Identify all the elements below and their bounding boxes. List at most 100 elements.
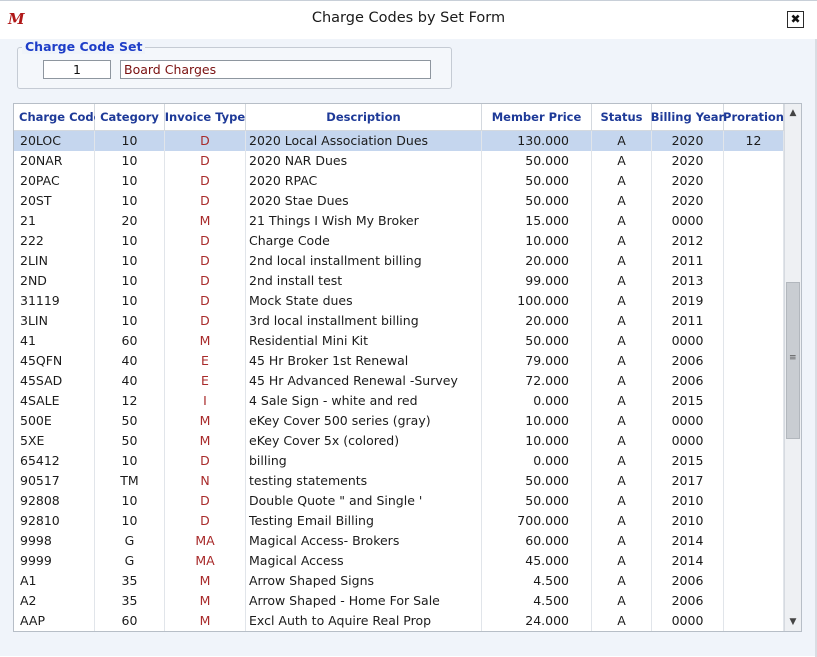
cell-category: 10	[95, 491, 165, 511]
charge-codes-grid[interactable]: Charge Code Category Invoice Type Descri…	[13, 103, 802, 632]
table-row[interactable]: 21 20 M 21 Things I Wish My Broker 15.000 A 00…	[14, 211, 784, 231]
cell-status: A	[592, 551, 652, 571]
cell-billing-year: 2010	[652, 491, 724, 511]
cell-billing-year: 0000	[652, 211, 724, 231]
cell-proration	[724, 371, 784, 391]
cell-member-price: 700.000	[482, 511, 592, 531]
table-row[interactable]: AAP 60 M Excl Auth to Aquire Real Prop 24.00…	[14, 611, 784, 631]
cell-status: A	[592, 411, 652, 431]
cell-charge-code: 45QFN	[14, 351, 95, 371]
cell-member-price: 130.000	[482, 131, 592, 151]
cell-proration	[724, 331, 784, 351]
cell-charge-code: 20PAC	[14, 171, 95, 191]
cell-charge-code: 90517	[14, 471, 95, 491]
column-header-proration[interactable]: Proration	[723, 104, 784, 131]
cell-member-price: 0.000	[482, 451, 592, 471]
table-row[interactable]: A1 35 M Arrow Shaped Signs 4.500 A 2006	[14, 571, 784, 591]
column-header-status[interactable]: Status	[592, 104, 652, 131]
cell-invoice-type: D	[165, 171, 246, 191]
table-row[interactable]: 3LIN 10 D 3rd local installment billing 20.0…	[14, 311, 784, 331]
cell-status: A	[592, 511, 652, 531]
close-button[interactable]: ✖	[787, 11, 804, 28]
scroll-thumb[interactable]: ≡	[786, 282, 800, 439]
cell-description: 2020 NAR Dues	[246, 151, 482, 171]
cell-member-price: 15.000	[482, 211, 592, 231]
table-row[interactable]: 9999 G MA Magical Access 45.000 A 2014	[14, 551, 784, 571]
cell-member-price: 4.500	[482, 591, 592, 611]
grid-rows: 20LOC 10 D 2020 Local Association Dues 130.0…	[14, 131, 784, 631]
column-header-description[interactable]: Description	[246, 104, 482, 131]
table-row[interactable]: 9998 G MA Magical Access- Brokers 60.000 A 201…	[14, 531, 784, 551]
cell-charge-code: 45SAD	[14, 371, 95, 391]
table-row[interactable]: 92808 10 D Double Quote " and Single ' 50.00…	[14, 491, 784, 511]
cell-member-price: 4.500	[482, 571, 592, 591]
cell-member-price: 50.000	[482, 491, 592, 511]
cell-status: A	[592, 471, 652, 491]
cell-charge-code: 500E	[14, 411, 95, 431]
table-row[interactable]: 4SALE 12 I 4 Sale Sign - white and red 0.000…	[14, 391, 784, 411]
scroll-up-icon[interactable]: ▲	[785, 105, 801, 121]
cell-category: 60	[95, 331, 165, 351]
cell-billing-year: 2006	[652, 351, 724, 371]
table-row[interactable]: 5XE 50 MeKey Cover 5x (colored) 10.000 A 0000	[14, 431, 784, 451]
cell-proration	[724, 231, 784, 251]
table-row[interactable]: 65412 10 Dbilling 0.000 A 2015	[14, 451, 784, 471]
cell-category: 35	[95, 571, 165, 591]
cell-description: Excl Auth to Aquire Real Prop	[246, 611, 482, 631]
cell-proration	[724, 531, 784, 551]
table-row[interactable]: 92810 10 D Testing Email Billing 700.000 A 201…	[14, 511, 784, 531]
cell-member-price: 50.000	[482, 331, 592, 351]
column-header-invoice-type[interactable]: Invoice Type	[165, 104, 246, 131]
table-row[interactable]: 31119 10 D Mock State dues 100.000 A 2019	[14, 291, 784, 311]
scroll-down-icon[interactable]: ▼	[785, 614, 801, 630]
cell-invoice-type: D	[165, 491, 246, 511]
cell-member-price: 10.000	[482, 431, 592, 451]
cell-member-price: 10.000	[482, 411, 592, 431]
vertical-scrollbar[interactable]: ▲ ≡ ▼	[784, 104, 801, 631]
table-row[interactable]: 2ND 10 D 2nd install test 99.000 A 2013	[14, 271, 784, 291]
table-row[interactable]: 222 10 D Charge Code 10.000 A 2012	[14, 231, 784, 251]
cell-category: 10	[95, 251, 165, 271]
cell-status: A	[592, 491, 652, 511]
table-row[interactable]: 20ST 10 D 2020 Stae Dues 50.000 A 2020	[14, 191, 784, 211]
table-row[interactable]: 45QFN 40 E 45 Hr Broker 1st Renewal 79.000 A 2…	[14, 351, 784, 371]
cell-description: Arrow Shaped - Home For Sale	[246, 591, 482, 611]
cell-description: Charge Code	[246, 231, 482, 251]
cell-member-price: 60.000	[482, 531, 592, 551]
title-bar: M Charge Codes by Set Form ✖	[0, 1, 817, 39]
column-header-charge-code[interactable]: Charge Code	[14, 104, 101, 131]
cell-billing-year: 2014	[652, 551, 724, 571]
set-name-field[interactable]: Board Charges	[120, 60, 431, 79]
cell-billing-year: 0000	[652, 431, 724, 451]
cell-category: TM	[95, 471, 165, 491]
table-row[interactable]: 20NAR 10 D 2020 NAR Dues 50.000 A 2020	[14, 151, 784, 171]
cell-description: Mock State dues	[246, 291, 482, 311]
table-row[interactable]: 2LIN 10 D 2nd local installment billing 20.0…	[14, 251, 784, 271]
cell-category: 10	[95, 271, 165, 291]
cell-description: 45 Hr Broker 1st Renewal	[246, 351, 482, 371]
cell-billing-year: 2006	[652, 571, 724, 591]
table-row[interactable]: 20PAC 10 D 2020 RPAC 50.000 A 2020	[14, 171, 784, 191]
cell-billing-year: 2019	[652, 291, 724, 311]
cell-charge-code: 2ND	[14, 271, 95, 291]
set-number-field[interactable]: 1	[43, 60, 111, 79]
column-header-member-price[interactable]: Member Price	[482, 104, 592, 131]
column-header-category[interactable]: Category	[95, 104, 165, 131]
table-row[interactable]: A2 35 M Arrow Shaped - Home For Sale 4.500 A 2…	[14, 591, 784, 611]
table-row[interactable]: 41 60 M Residential Mini Kit 50.000 A 0000	[14, 331, 784, 351]
column-header-billing-year[interactable]: Billing Year	[651, 104, 724, 131]
table-row[interactable]: 500E 50 MeKey Cover 500 series (gray) 10.00…	[14, 411, 784, 431]
table-row[interactable]: 45SAD 40 E 45 Hr Advanced Renewal -Survey 72…	[14, 371, 784, 391]
table-row[interactable]: 20LOC 10 D 2020 Local Association Dues 130.0…	[14, 131, 784, 151]
cell-status: A	[592, 231, 652, 251]
cell-charge-code: 92808	[14, 491, 95, 511]
cell-category: 10	[95, 511, 165, 531]
cell-charge-code: 3LIN	[14, 311, 95, 331]
cell-category: 10	[95, 151, 165, 171]
cell-category: 10	[95, 311, 165, 331]
cell-proration	[724, 291, 784, 311]
cell-invoice-type: M	[165, 611, 246, 631]
cell-status: A	[592, 291, 652, 311]
table-row[interactable]: 90517 TM Ntesting statements 50.000 A 2017	[14, 471, 784, 491]
cell-invoice-type: M	[165, 411, 246, 431]
